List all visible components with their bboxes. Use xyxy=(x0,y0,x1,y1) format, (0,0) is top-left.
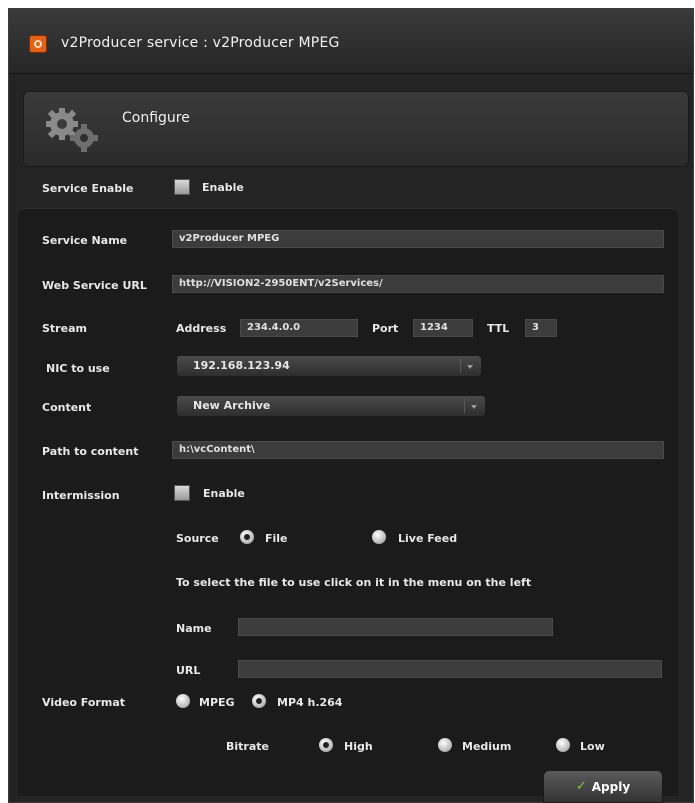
file-url-label: URL xyxy=(176,664,201,677)
title-bar: v2Producer service : v2Producer MPEG xyxy=(9,9,693,74)
nic-label: NIC to use xyxy=(46,362,110,375)
intermission-checkbox-label: Enable xyxy=(203,487,245,500)
content-select-divider xyxy=(464,399,465,413)
bitrate-low-label: Low xyxy=(580,740,605,753)
video-format-mpeg-label: MPEG xyxy=(199,696,235,709)
configure-header: Configure xyxy=(23,91,689,167)
file-name-label: Name xyxy=(176,622,212,635)
bitrate-label: Bitrate xyxy=(226,740,269,753)
stream-address-label: Address xyxy=(176,322,227,335)
service-enable-checkbox[interactable] xyxy=(174,179,190,195)
stream-label: Stream xyxy=(42,322,87,335)
source-file-radio[interactable] xyxy=(240,530,254,544)
service-enable-label: Service Enable xyxy=(42,182,134,195)
source-live-feed-label: Live Feed xyxy=(398,532,458,545)
nic-select-value: 192.168.123.94 xyxy=(193,359,290,372)
path-to-content-label: Path to content xyxy=(42,445,139,458)
stream-address-input[interactable]: 234.4.0.0 xyxy=(240,319,358,337)
service-enable-checkbox-label: Enable xyxy=(202,181,244,194)
intermission-checkbox[interactable] xyxy=(174,485,190,501)
nic-select-divider xyxy=(460,359,461,373)
bitrate-high-label: High xyxy=(344,740,373,753)
stream-port-input[interactable]: 1234 xyxy=(413,319,473,337)
intermission-label: Intermission xyxy=(42,489,120,502)
stream-port-label: Port xyxy=(372,322,399,335)
web-service-url-label: Web Service URL xyxy=(42,279,147,292)
web-service-url-input[interactable]: http://VISION2-2950ENT/v2Services/ xyxy=(172,275,664,293)
service-name-label: Service Name xyxy=(42,234,128,247)
content-label: Content xyxy=(42,401,92,414)
check-icon: ✓ xyxy=(575,779,587,794)
video-format-label: Video Format xyxy=(42,696,126,709)
file-url-input[interactable] xyxy=(238,660,662,678)
chevron-down-icon xyxy=(471,405,477,409)
source-label: Source xyxy=(176,532,219,545)
content-select-value: New Archive xyxy=(193,399,271,412)
stream-ttl-input[interactable]: 3 xyxy=(525,319,557,337)
bitrate-medium-label: Medium xyxy=(462,740,512,753)
service-name-input[interactable]: v2Producer MPEG xyxy=(172,230,664,248)
window-title: v2Producer service : v2Producer MPEG xyxy=(61,35,340,51)
video-format-mp4-label: MP4 h.264 xyxy=(277,696,343,709)
apply-button-label: Apply xyxy=(591,779,631,794)
stream-ttl-label: TTL xyxy=(487,322,510,335)
video-format-mpeg-radio[interactable] xyxy=(176,694,190,708)
nic-select[interactable]: 192.168.123.94 xyxy=(176,355,482,377)
app-icon xyxy=(29,35,47,53)
bitrate-low-radio[interactable] xyxy=(556,738,570,752)
video-format-mp4-radio[interactable] xyxy=(252,694,266,708)
chevron-down-icon xyxy=(467,365,473,369)
apply-button[interactable]: ✓ Apply xyxy=(543,770,663,803)
source-live-feed-radio[interactable] xyxy=(372,530,386,544)
path-to-content-input[interactable]: h:\vcContent\ xyxy=(172,441,664,459)
source-file-label: File xyxy=(265,532,288,545)
file-name-input[interactable] xyxy=(238,618,553,636)
instruction-text: To select the file to use click on it in… xyxy=(176,576,532,589)
bitrate-high-radio[interactable] xyxy=(319,738,333,752)
gears-icon xyxy=(46,108,98,152)
content-select[interactable]: New Archive xyxy=(176,395,486,417)
configure-label: Configure xyxy=(122,110,190,126)
bitrate-medium-radio[interactable] xyxy=(438,738,452,752)
